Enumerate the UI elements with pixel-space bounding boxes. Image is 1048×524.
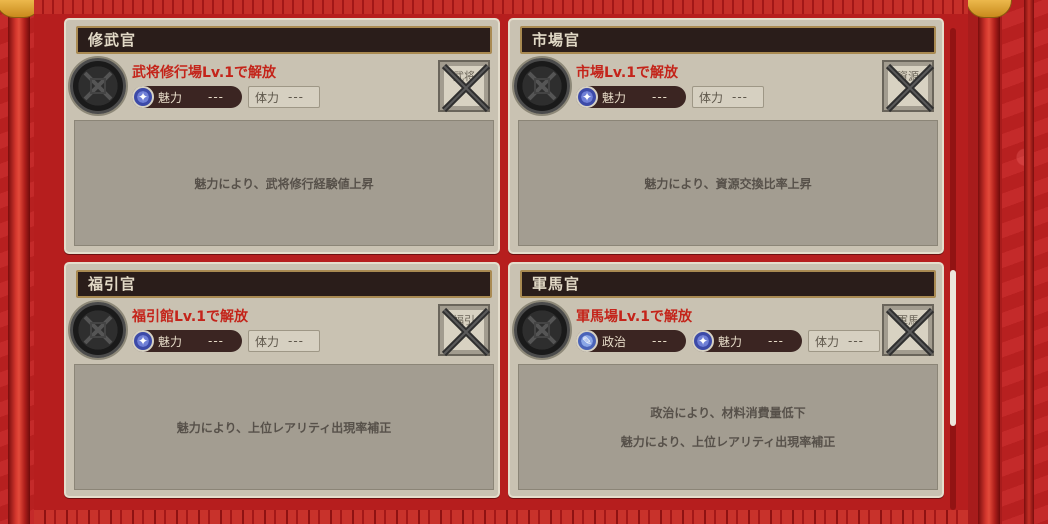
officer-panel: 修武官 武将修行場Lv.1で解放 ✦ 魅力 --- 体力 --- 武将 魅力によ… — [34, 0, 968, 524]
stat-row: ✎ 政治 --- ✦ 魅力 --- 体力 --- — [576, 330, 880, 352]
charm-stat-icon: ✦ — [692, 330, 714, 352]
stat-row: ✦ 魅力 --- 体力 --- — [132, 330, 320, 352]
charm-stat: ✦ 魅力 --- — [132, 86, 242, 108]
effect-description: 政治により、材料消費量低下 魅力により、上位レアリティ出現率補正 — [518, 364, 938, 490]
right-edge-pillar — [1024, 0, 1034, 524]
charm-stat: ✦ 魅力 --- — [576, 86, 686, 108]
effect-description: 魅力により、武将修行経験値上昇 — [74, 120, 494, 246]
locked-emblem-icon — [70, 302, 126, 358]
locked-emblem-icon — [70, 58, 126, 114]
stamina-stat: 体力 --- — [808, 330, 880, 352]
locked-cross-icon — [441, 63, 491, 113]
officer-card-ichibakan[interactable]: 市場官 市場Lv.1で解放 ✦ 魅力 --- 体力 --- 資源 魅力により、資… — [508, 18, 944, 254]
card-title: 市場官 — [520, 26, 936, 54]
politics-stat: ✎ 政治 --- — [576, 330, 686, 352]
stamina-stat: 体力 --- — [248, 330, 320, 352]
politics-stat-icon: ✎ — [576, 330, 598, 352]
unlock-condition: 武将修行場Lv.1で解放 — [132, 65, 276, 81]
officer-card-fukubikikan[interactable]: 福引官 福引館Lv.1で解放 ✦ 魅力 --- 体力 --- 福引 魅力により、… — [64, 262, 500, 498]
assign-officer-slot[interactable]: 福引 — [438, 304, 491, 357]
officer-card-gunbakan[interactable]: 軍馬官 軍馬場Lv.1で解放 ✎ 政治 --- ✦ 魅力 --- 体力 --- … — [508, 262, 944, 498]
card-title: 福引官 — [76, 270, 492, 298]
panel-bottom-border — [34, 510, 968, 524]
officer-card-shubukan[interactable]: 修武官 武将修行場Lv.1で解放 ✦ 魅力 --- 体力 --- 武将 魅力によ… — [64, 18, 500, 254]
locked-cross-icon — [441, 307, 491, 357]
charm-stat-icon: ✦ — [132, 86, 154, 108]
stamina-stat: 体力 --- — [692, 86, 764, 108]
effect-description: 魅力により、上位レアリティ出現率補正 — [74, 364, 494, 490]
card-title: 軍馬官 — [520, 270, 936, 298]
assign-officer-slot[interactable]: 武将 — [438, 60, 491, 113]
locked-cross-icon — [885, 63, 935, 113]
charm-stat: ✦ 魅力 --- — [692, 330, 802, 352]
charm-stat: ✦ 魅力 --- — [132, 330, 242, 352]
card-title: 修武官 — [76, 26, 492, 54]
assign-officer-slot[interactable]: 資源 — [882, 60, 935, 113]
unlock-condition: 軍馬場Lv.1で解放 — [576, 309, 692, 325]
assign-officer-slot[interactable]: 軍馬 — [882, 304, 935, 357]
stamina-stat: 体力 --- — [248, 86, 320, 108]
effect-description: 魅力により、資源交換比率上昇 — [518, 120, 938, 246]
locked-emblem-icon — [514, 58, 570, 114]
left-pillar — [8, 0, 30, 524]
stat-row: ✦ 魅力 --- 体力 --- — [132, 86, 320, 108]
scrollbar-thumb[interactable] — [950, 270, 956, 426]
charm-stat-icon: ✦ — [132, 330, 154, 352]
unlock-condition: 福引館Lv.1で解放 — [132, 309, 248, 325]
locked-emblem-icon — [514, 302, 570, 358]
stat-row: ✦ 魅力 --- 体力 --- — [576, 86, 764, 108]
right-pillar — [978, 0, 1000, 524]
panel-top-border — [34, 0, 968, 14]
unlock-condition: 市場Lv.1で解放 — [576, 65, 678, 81]
locked-cross-icon — [885, 307, 935, 357]
scrollbar-track[interactable] — [950, 28, 956, 510]
charm-stat-icon: ✦ — [576, 86, 598, 108]
